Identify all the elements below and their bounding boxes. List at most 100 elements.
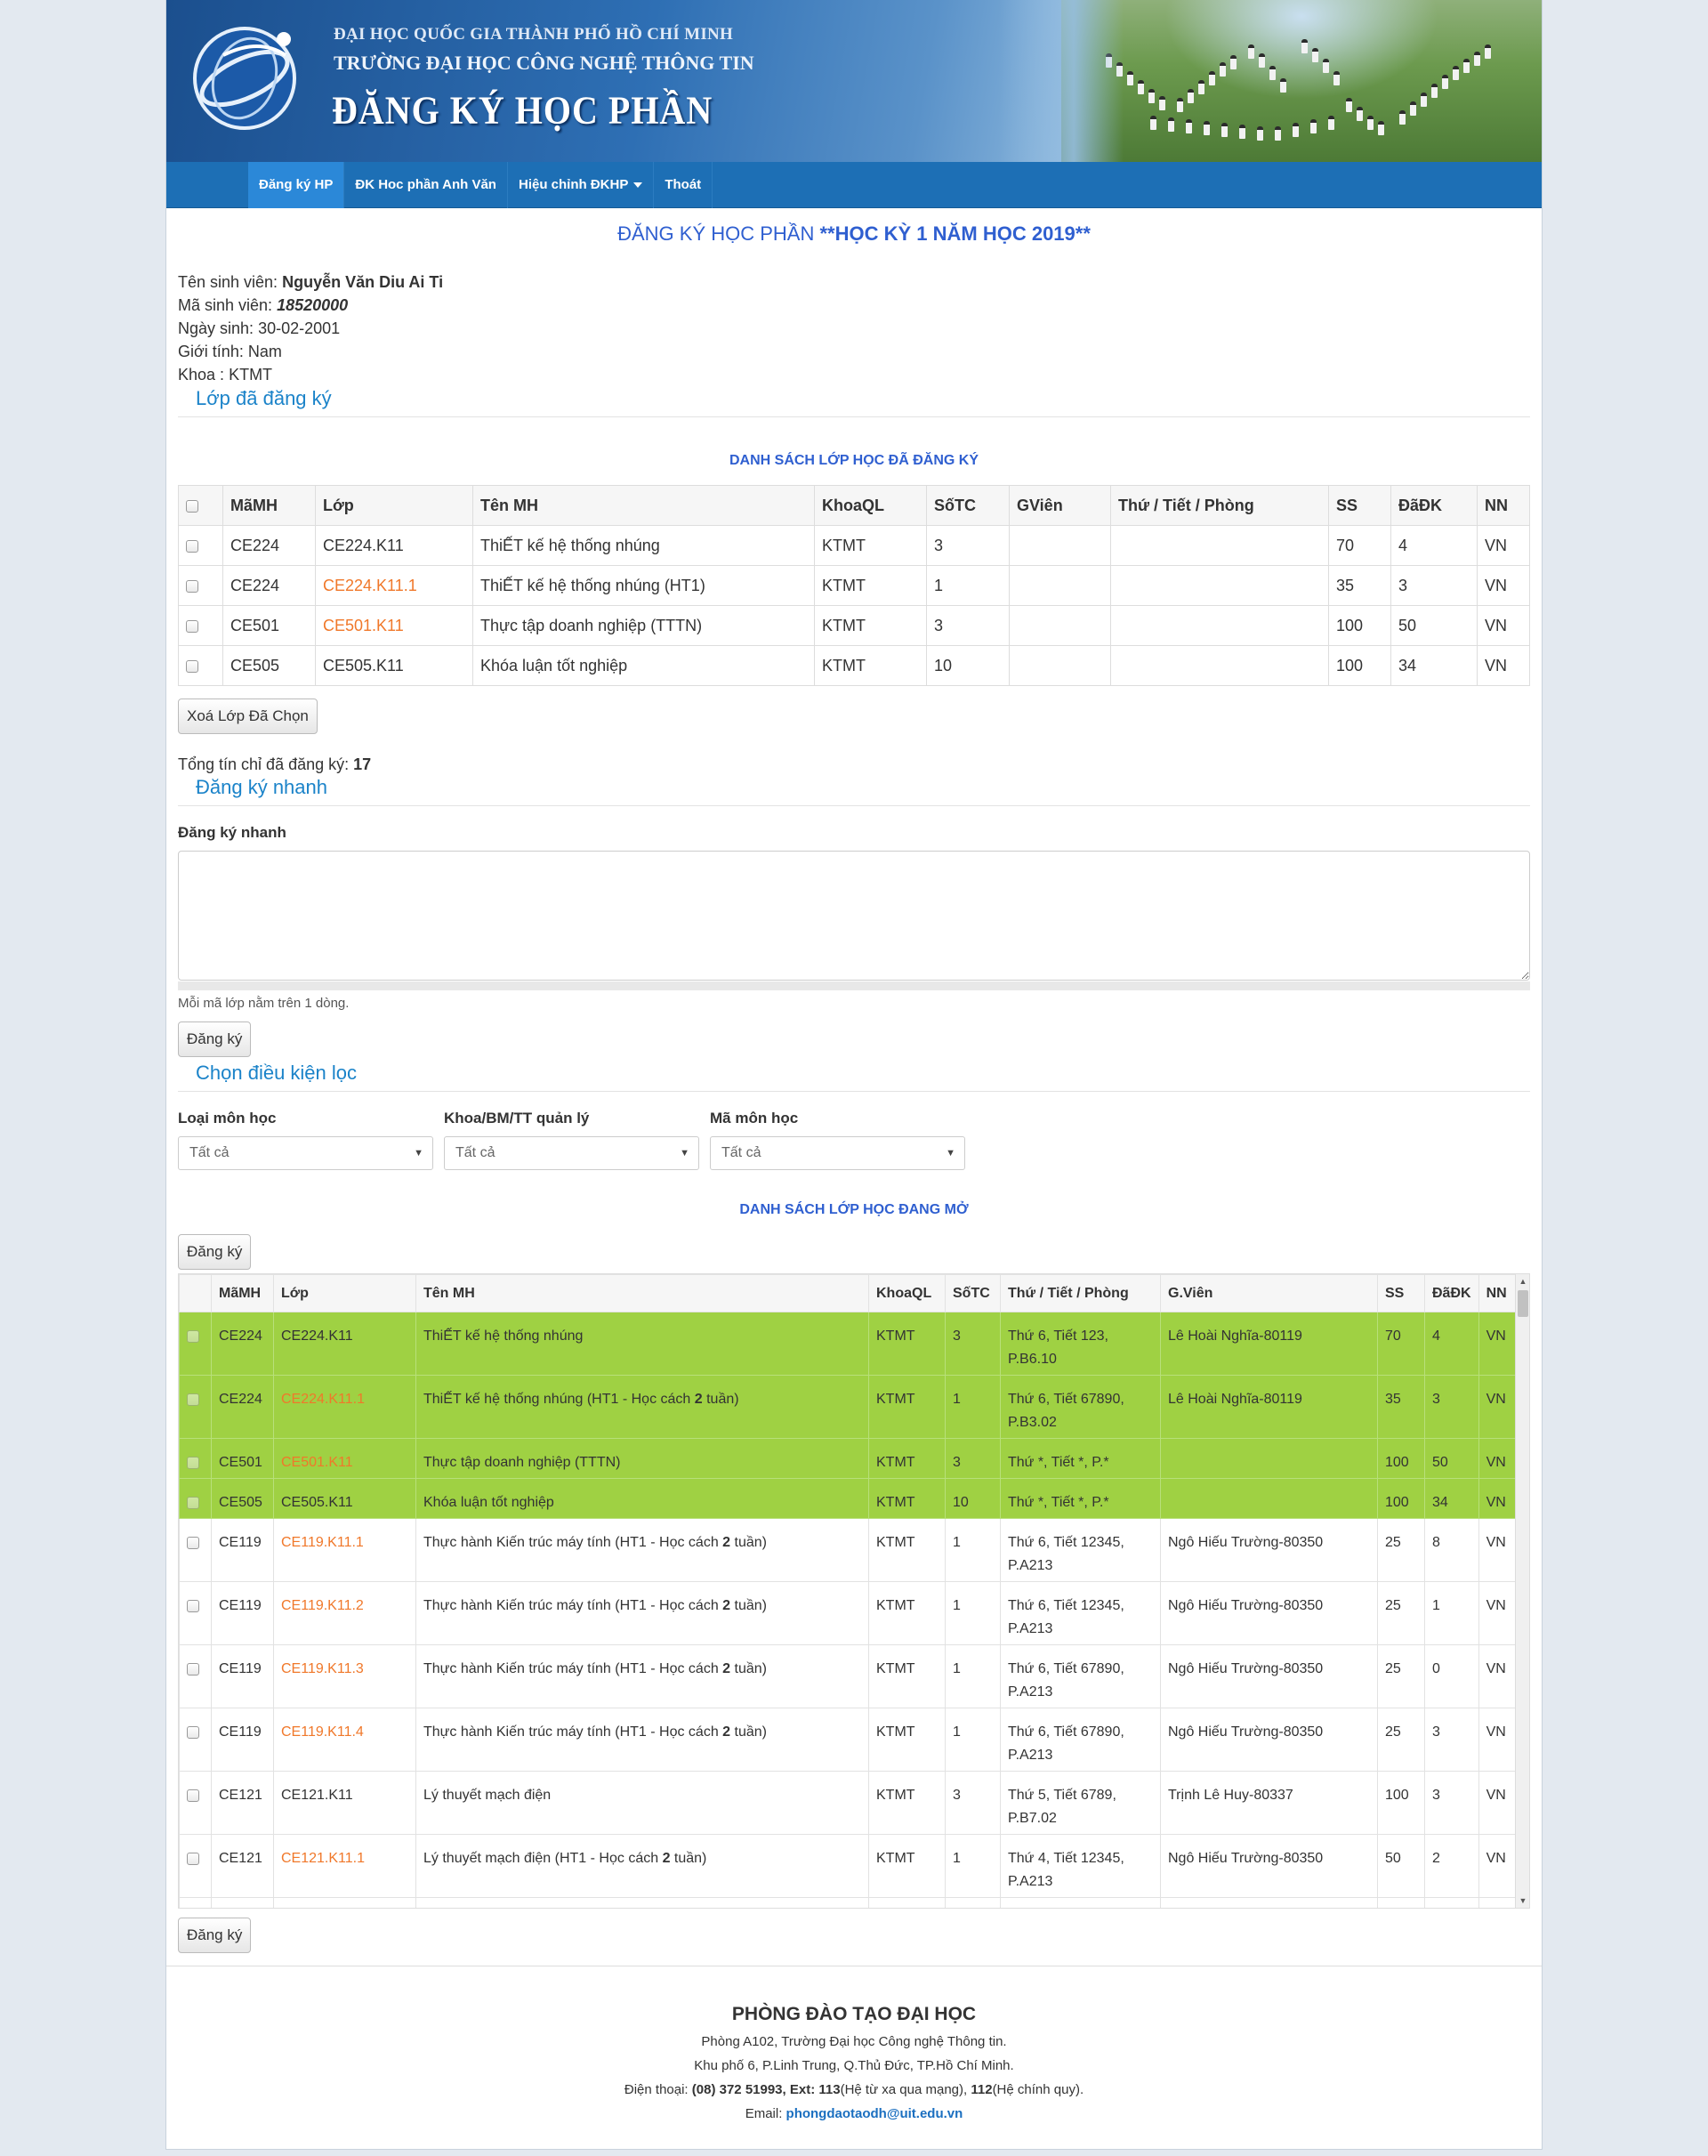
open-class-row[interactable]: CE501 CE501.K11 Thực tập doanh nghiệp (TTT… xyxy=(179,1438,1519,1479)
cell-name: ThiẾT kế hệ thống nhúng xyxy=(472,525,815,566)
open-classes-scroll-area[interactable]: MãMH Lớp Tên MH KhoaQL SốTC Thứ / Tiết /… xyxy=(178,1273,1530,1909)
nav-item-dk-anh-van[interactable]: ĐK Hoc phần Anh Văn xyxy=(344,162,508,208)
cell-fac: KTMT xyxy=(868,1834,946,1898)
student-name-label: Tên sinh viên: xyxy=(178,273,278,291)
row-checkbox[interactable] xyxy=(186,539,198,553)
cell-dk: 34 xyxy=(1390,645,1478,686)
person-figure xyxy=(1138,80,1144,94)
cell-ss: 25 xyxy=(1377,1708,1425,1772)
cell-cls[interactable]: CE224.K11.1 xyxy=(315,565,473,606)
open-class-row[interactable]: CE121CE121.K11.2Lý thuyết mạch điện (HT1… xyxy=(179,1897,1519,1908)
cell-cls[interactable]: CE224.K11.1 xyxy=(273,1375,416,1439)
row-checkbox[interactable] xyxy=(187,1536,199,1549)
section-title-quick: Đăng ký nhanh xyxy=(178,775,1530,806)
person-figure xyxy=(1280,78,1286,93)
delete-selected-button[interactable]: Xoá Lớp Đã Chọn xyxy=(178,698,318,734)
cell-nn: VN xyxy=(1478,1478,1519,1519)
cell-cls[interactable]: CE121.K11.2 xyxy=(273,1897,416,1908)
row-checkbox[interactable] xyxy=(187,1725,199,1739)
cell-nn: VN xyxy=(1477,525,1530,566)
cell-fac: KTMT xyxy=(868,1897,946,1908)
person-figure xyxy=(1328,116,1334,130)
row-select-cell xyxy=(179,1438,212,1479)
nav-item-dang-ky-hp[interactable]: Đăng ký HP xyxy=(248,162,345,208)
register-top-button[interactable]: Đăng ký xyxy=(178,1234,252,1270)
register-bottom-button[interactable]: Đăng ký xyxy=(178,1918,252,1953)
cell-cls[interactable]: CE119.K11.2 xyxy=(273,1581,416,1645)
person-figure xyxy=(1230,55,1237,69)
scroll-up-icon[interactable]: ▲ xyxy=(1516,1274,1529,1288)
header-col: GViên xyxy=(1009,485,1111,526)
cell-dk: 0 xyxy=(1424,1644,1479,1708)
quick-register-button[interactable]: Đăng ký xyxy=(178,1021,252,1057)
cell-nn: VN xyxy=(1477,565,1530,606)
cell-name: Thực tập doanh nghiệp (TTTN) xyxy=(415,1438,869,1479)
cell-cls[interactable]: CE501.K11 xyxy=(315,605,473,646)
cell-cls[interactable]: CE501.K11 xyxy=(273,1438,416,1479)
cell-tc: 3 xyxy=(945,1312,1001,1376)
cell-time: Thứ 6, Tiết 67890, P.A213 xyxy=(1000,1708,1161,1772)
row-checkbox[interactable] xyxy=(186,619,198,633)
row-checkbox[interactable] xyxy=(186,659,198,673)
scroll-thumb[interactable] xyxy=(1518,1290,1528,1317)
open-class-row[interactable]: CE119 CE119.K11.3 Thực hành Kiến trúc máy … xyxy=(179,1644,1519,1708)
row-checkbox[interactable] xyxy=(186,579,198,593)
row-checkbox[interactable] xyxy=(187,1789,199,1802)
cell-dk: 50 xyxy=(1424,1438,1479,1479)
vertical-scrollbar[interactable]: ▲ ▼ xyxy=(1515,1274,1529,1908)
cell-tc: 3 xyxy=(945,1771,1001,1835)
row-checkbox[interactable] xyxy=(187,1662,199,1676)
open-class-row[interactable]: CE505 CE505.K11 Khóa luận tốt nghiệp KTMT 10… xyxy=(179,1478,1519,1519)
cell-code: CE119 xyxy=(211,1581,274,1645)
row-checkbox[interactable] xyxy=(187,1852,199,1865)
cell-dk: 1 xyxy=(1424,1581,1479,1645)
select-all-checkbox[interactable] xyxy=(186,499,198,513)
registered-table-header: MãMH Lớp Tên MH KhoaQL SốTC GViên Thứ / … xyxy=(178,485,1530,526)
open-class-row[interactable]: CE121 CE121.K11 Lý thuyết mạch điện KTMT 3 Th… xyxy=(179,1771,1519,1835)
cell-code: CE224 xyxy=(211,1312,274,1376)
cell-cls[interactable]: CE119.K11.4 xyxy=(273,1708,416,1772)
open-class-row[interactable]: CE224 CE224.K11 ThiẾT kế hệ thống nhúng KTM… xyxy=(179,1312,1519,1376)
footer-phone-note1: (Hệ từ xa qua mạng), xyxy=(840,2082,971,2097)
header-col: SS xyxy=(1377,1274,1425,1312)
course-code-select[interactable]: Tất cả ▼ xyxy=(710,1136,965,1170)
open-class-row[interactable]: CE119 CE119.K11.2 Thực hành Kiến trúc máy … xyxy=(179,1581,1519,1645)
cell-cls[interactable]: CE119.K11.3 xyxy=(273,1644,416,1708)
filter-label: Khoa/BM/TT quản lý xyxy=(444,1110,590,1126)
open-class-row[interactable]: CE119 CE119.K11.4 Thực hành Kiến trúc máy … xyxy=(179,1708,1519,1772)
cell-tc: 1 xyxy=(926,565,1010,606)
course-name: Thực hành Kiến trúc máy tính (HT1 - Học … xyxy=(423,1598,723,1613)
faculty-select[interactable]: Tất cả ▼ xyxy=(444,1136,699,1170)
nav-item-hieu-chinh[interactable]: Hiệu chỉnh ĐKHP xyxy=(508,162,655,208)
university-logo-icon xyxy=(193,27,296,130)
footer-phone: Điện thoại: (08) 372 51993, Ext: 113(Hệ … xyxy=(166,2078,1542,2102)
cell-ss: 70 xyxy=(1377,1312,1425,1376)
person-figure xyxy=(1378,121,1384,135)
footer-email: Email: phongdaotaodh@uit.edu.vn xyxy=(166,2102,1542,2126)
open-class-row[interactable]: CE119 CE119.K11.1 Thực hành Kiến trúc máy … xyxy=(179,1518,1519,1582)
select-value: Tất cả xyxy=(721,1145,761,1160)
cell-dk: 34 xyxy=(1424,1478,1479,1519)
quick-register-textarea[interactable] xyxy=(178,851,1530,981)
scroll-down-icon[interactable]: ▼ xyxy=(1516,1894,1529,1908)
open-class-row[interactable]: CE224 CE224.K11.1 ThiẾT kế hệ thống nhúng … xyxy=(179,1375,1519,1439)
cell-code: CE224 xyxy=(211,1375,274,1439)
nav-item-thoat[interactable]: Thoát xyxy=(654,162,713,208)
cell-code: CE224 xyxy=(222,565,316,606)
student-name: Nguyễn Văn Diu Ai Ti xyxy=(282,273,444,291)
row-select-cell xyxy=(179,1518,212,1582)
registered-table-title: DANH SÁCH LỚP HỌC ĐÃ ĐĂNG KÝ xyxy=(729,453,979,468)
course-name: Thực hành Kiến trúc máy tính (HT1 - Học … xyxy=(423,1724,723,1740)
course-type-select[interactable]: Tất cả ▼ xyxy=(178,1136,433,1170)
footer-email-link[interactable]: phongdaotaodh@uit.edu.vn xyxy=(786,2106,963,2121)
row-checkbox[interactable] xyxy=(187,1599,199,1612)
main-nav: Đăng ký HP ĐK Hoc phần Anh Văn Hiệu chỉn… xyxy=(166,162,1542,208)
cell-time: Thứ 6, Tiết 123, P.B6.10 xyxy=(1000,1312,1161,1376)
cell-cls[interactable]: CE119.K11.1 xyxy=(273,1518,416,1582)
course-weeks: 2 xyxy=(694,1392,703,1407)
open-class-row[interactable]: CE121 CE121.K11.1 Lý thuyết mạch điện (HT1… xyxy=(179,1834,1519,1898)
section-title-filter: Chọn điều kiện lọc xyxy=(178,1061,1530,1092)
header-col: G.Viên xyxy=(1160,1274,1378,1312)
course-name-end: tuần) xyxy=(730,1598,767,1613)
cell-cls[interactable]: CE121.K11.1 xyxy=(273,1834,416,1898)
